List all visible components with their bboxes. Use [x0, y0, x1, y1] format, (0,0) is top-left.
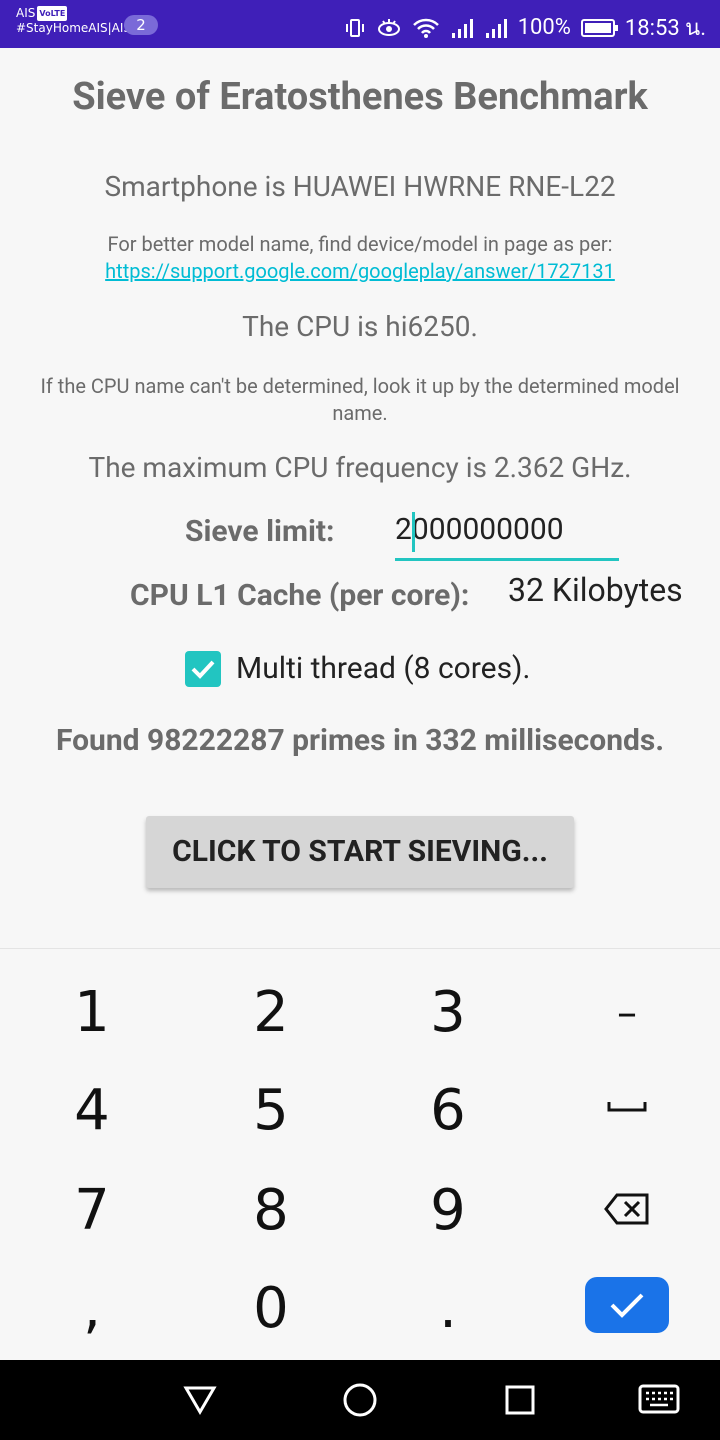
- multithread-label[interactable]: Multi thread (8 cores).: [236, 651, 530, 686]
- checkmark-icon: [191, 660, 215, 679]
- space-icon: [607, 1102, 647, 1112]
- cache-value: 32 Kilobytes: [508, 571, 683, 609]
- cpu-frequency-text: The maximum CPU frequency is 2.362 GHz.: [88, 451, 632, 484]
- cpu-hint-text: If the CPU name can't be determined, loo…: [40, 374, 680, 425]
- key-comma[interactable]: ,: [32, 1269, 152, 1349]
- key-0[interactable]: 0: [211, 1269, 331, 1349]
- signal-icon: [450, 17, 474, 39]
- backspace-key[interactable]: [567, 1171, 687, 1251]
- key-minus[interactable]: –: [567, 973, 687, 1053]
- key-6[interactable]: 6: [388, 1071, 508, 1151]
- numeric-keyboard: 1 2 3 – 4 5 6 7 8 9 , 0 .: [0, 948, 720, 1361]
- key-7[interactable]: 7: [32, 1171, 152, 1251]
- backspace-icon: [604, 1193, 649, 1225]
- cpu-name-text: The CPU is hi6250.: [242, 310, 478, 343]
- multithread-checkbox[interactable]: [185, 651, 221, 687]
- volte-badge: VoLTE: [37, 6, 68, 21]
- cache-label: CPU L1 Cache (per core):: [130, 578, 470, 613]
- sieve-limit-label: Sieve limit:: [185, 514, 335, 549]
- done-key[interactable]: [585, 1277, 669, 1333]
- back-icon[interactable]: [182, 1382, 218, 1418]
- key-3[interactable]: 3: [388, 973, 508, 1053]
- model-help-link[interactable]: https://support.google.com/googleplay/an…: [105, 259, 615, 283]
- model-hint-text: For better model name, find device/model…: [107, 232, 613, 256]
- space-key[interactable]: [567, 1071, 687, 1151]
- vibrate-icon: [344, 17, 366, 39]
- status-bar: AIS VoLTE #StayHomeAIS|AIS 2 100% 18:53 น…: [0, 0, 720, 48]
- key-period[interactable]: .: [388, 1269, 508, 1349]
- sieve-limit-input[interactable]: 2000000000: [395, 510, 619, 561]
- check-icon: [610, 1293, 644, 1318]
- carrier-tagline: #StayHomeAIS|AIS: [16, 21, 132, 35]
- key-1[interactable]: 1: [32, 973, 152, 1053]
- key-4[interactable]: 4: [32, 1071, 152, 1151]
- wifi-icon: [412, 17, 440, 39]
- result-text: Found 98222287 primes in 332 millisecond…: [55, 723, 665, 758]
- text-cursor: [412, 512, 415, 552]
- recents-icon[interactable]: [502, 1382, 538, 1418]
- smartphone-model-text: Smartphone is HUAWEI HWRNE RNE-L22: [104, 170, 616, 203]
- navigation-bar: [0, 1360, 720, 1440]
- keyboard-icon[interactable]: [638, 1382, 680, 1418]
- start-sieving-button[interactable]: CLICK TO START SIEVING...: [146, 816, 574, 888]
- key-5[interactable]: 5: [211, 1071, 331, 1151]
- home-icon[interactable]: [342, 1382, 378, 1418]
- key-2[interactable]: 2: [211, 973, 331, 1053]
- signal-icon-2: [484, 17, 508, 39]
- page-title: Sieve of Eratosthenes Benchmark: [72, 75, 648, 119]
- clock: 18:53 น.: [624, 16, 706, 41]
- key-9[interactable]: 9: [388, 1171, 508, 1251]
- carrier-name: AIS: [16, 6, 36, 20]
- eye-comfort-icon: [376, 17, 402, 39]
- battery-icon: [580, 18, 618, 37]
- battery-percent: 100%: [517, 15, 571, 40]
- notification-count-badge: 2: [124, 15, 158, 35]
- app-content: Sieve of Eratosthenes Benchmark Smartpho…: [0, 48, 720, 948]
- key-8[interactable]: 8: [211, 1171, 331, 1251]
- status-icons: 100% 18:53 น.: [344, 10, 706, 45]
- carrier-info: AIS VoLTE #StayHomeAIS|AIS: [16, 6, 131, 36]
